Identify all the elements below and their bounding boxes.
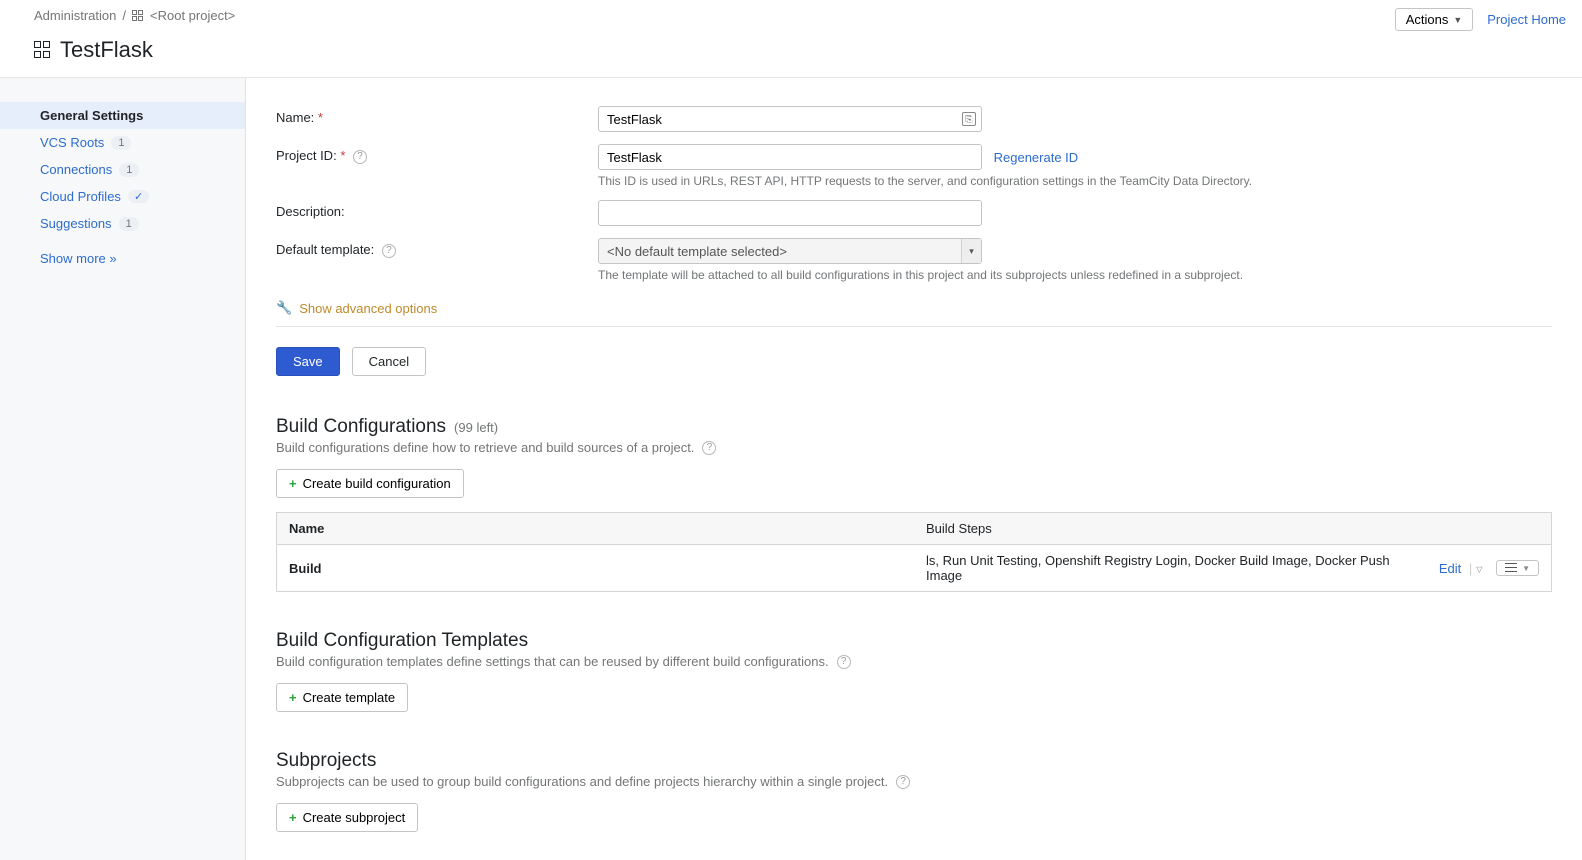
templates-desc: Build configuration templates define set… — [276, 654, 1552, 669]
top-bar: Administration / <Root project> Actions … — [0, 0, 1582, 31]
dropdown-icon[interactable]: ▽ — [1476, 565, 1482, 574]
count-badge: 1 — [119, 163, 139, 177]
list-icon — [1505, 563, 1517, 573]
create-subproject-button[interactable]: + Create subproject — [276, 803, 418, 832]
edit-link[interactable]: Edit — [1439, 561, 1461, 576]
count-badge: 1 — [111, 136, 131, 150]
chevron-down-icon: ▾ — [961, 239, 981, 263]
create-build-config-button[interactable]: + Create build configuration — [276, 469, 464, 498]
sidebar-item-label: Suggestions — [40, 216, 112, 231]
regenerate-id-link[interactable]: Regenerate ID — [994, 150, 1079, 165]
check-badge: ✓ — [128, 190, 149, 203]
subprojects-desc: Subprojects can be used to group build c… — [276, 774, 1552, 789]
breadcrumb-root[interactable]: <Root project> — [150, 8, 235, 23]
default-template-label: Default template: — [276, 238, 598, 258]
build-configs-table: Name Build Steps Build ls, Run Unit Test… — [276, 512, 1552, 592]
magic-wand-icon[interactable]: ⎘ — [962, 112, 976, 126]
plus-icon: + — [289, 476, 297, 491]
sidebar-item-general-settings[interactable]: General Settings — [0, 102, 245, 129]
show-more-link[interactable]: Show more » — [0, 237, 245, 272]
show-advanced-options[interactable]: 🔧 Show advanced options — [276, 300, 1552, 316]
help-icon[interactable] — [702, 441, 716, 455]
main-content: Name: * ⎘ Project ID: * Regenerate ID Th… — [246, 78, 1582, 860]
chevron-down-icon: ▼ — [1522, 564, 1530, 573]
sidebar-item-label: VCS Roots — [40, 135, 104, 150]
default-template-select[interactable]: <No default template selected> ▾ — [598, 238, 982, 264]
cancel-button[interactable]: Cancel — [352, 347, 426, 376]
sidebar-item-vcs-roots[interactable]: VCS Roots 1 — [0, 129, 245, 156]
project-id-label: Project ID: * — [276, 144, 598, 164]
project-home-link[interactable]: Project Home — [1487, 12, 1566, 27]
sidebar-item-label: General Settings — [40, 108, 143, 123]
reorder-button[interactable]: ▼ — [1496, 560, 1539, 576]
build-name-cell[interactable]: Build — [277, 545, 915, 592]
name-label: Name: * — [276, 106, 598, 125]
breadcrumb: Administration / <Root project> — [34, 8, 235, 23]
subprojects-heading: Subprojects — [276, 750, 1552, 772]
template-help: The template will be attached to all bui… — [598, 268, 1298, 282]
select-value: <No default template selected> — [607, 244, 787, 259]
breadcrumb-sep: / — [122, 8, 126, 23]
project-icon — [34, 41, 52, 59]
col-build-steps: Build Steps — [914, 513, 1552, 545]
description-label: Description: — [276, 200, 598, 219]
title-row: TestFlask — [0, 31, 1582, 77]
sidebar-item-label: Connections — [40, 162, 112, 177]
table-row: Build ls, Run Unit Testing, Openshift Re… — [277, 545, 1552, 592]
project-icon — [132, 10, 144, 22]
sidebar: General Settings VCS Roots 1 Connections… — [0, 78, 246, 860]
wrench-icon: 🔧 — [276, 300, 292, 316]
build-configs-desc: Build configurations define how to retri… — [276, 440, 1552, 455]
sidebar-item-cloud-profiles[interactable]: Cloud Profiles ✓ — [0, 183, 245, 210]
divider — [276, 326, 1552, 327]
project-id-input[interactable] — [598, 144, 982, 170]
actions-label: Actions — [1406, 12, 1449, 27]
help-icon[interactable] — [896, 775, 910, 789]
create-template-button[interactable]: + Create template — [276, 683, 408, 712]
col-name: Name — [277, 513, 915, 545]
project-id-help: This ID is used in URLs, REST API, HTTP … — [598, 174, 1298, 188]
top-right: Actions ▼ Project Home — [1395, 8, 1566, 31]
plus-icon: + — [289, 810, 297, 825]
build-configs-heading: Build Configurations (99 left) — [276, 416, 1552, 438]
breadcrumb-admin[interactable]: Administration — [34, 8, 116, 23]
templates-heading: Build Configuration Templates — [276, 630, 1552, 652]
count-badge: 1 — [119, 217, 139, 231]
page-title: TestFlask — [60, 37, 153, 63]
plus-icon: + — [289, 690, 297, 705]
sidebar-item-connections[interactable]: Connections 1 — [0, 156, 245, 183]
build-steps-cell: ls, Run Unit Testing, Openshift Registry… — [926, 553, 1427, 583]
help-icon[interactable] — [382, 244, 396, 258]
description-input[interactable] — [598, 200, 982, 226]
name-input[interactable] — [598, 106, 982, 132]
sidebar-item-label: Cloud Profiles — [40, 189, 121, 204]
help-icon[interactable] — [837, 655, 851, 669]
caret-down-icon: ▼ — [1453, 15, 1462, 25]
help-icon[interactable] — [353, 150, 367, 164]
save-button[interactable]: Save — [276, 347, 340, 376]
sidebar-item-suggestions[interactable]: Suggestions 1 — [0, 210, 245, 237]
actions-button[interactable]: Actions ▼ — [1395, 8, 1474, 31]
